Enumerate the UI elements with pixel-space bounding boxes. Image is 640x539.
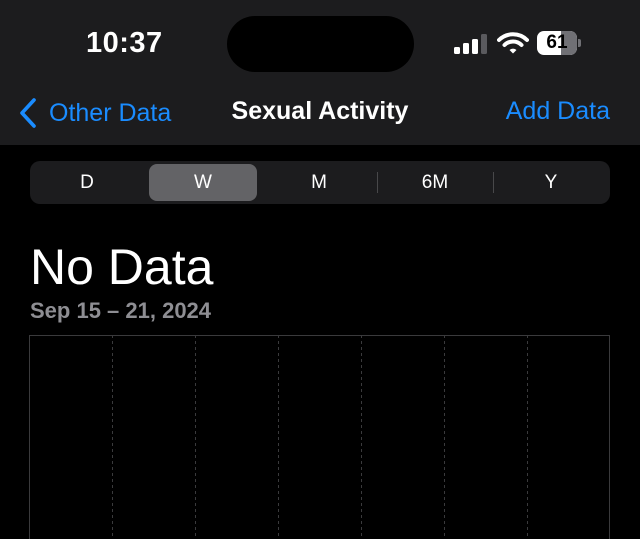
back-button[interactable]: Other Data [18, 96, 171, 130]
date-range: Sep 15 – 21, 2024 [30, 298, 212, 323]
segment-year[interactable]: Y [497, 164, 605, 201]
segment-divider [377, 172, 378, 193]
top-bar: 10:37 61 Other Data Sexual Activity Add … [0, 0, 640, 145]
activity-chart [29, 335, 610, 539]
segment-month[interactable]: M [265, 164, 373, 201]
status-time: 10:37 [86, 27, 163, 59]
wifi-icon [497, 32, 529, 54]
page-title: Sexual Activity [231, 97, 409, 125]
segment-week[interactable]: W [149, 164, 257, 201]
add-data-button[interactable]: Add Data [506, 97, 610, 126]
segment-divider [493, 172, 494, 193]
summary-headline: No Data [30, 239, 214, 295]
dynamic-island [227, 16, 414, 72]
cellular-signal-icon [454, 34, 487, 54]
battery-level: 61 [546, 32, 568, 53]
back-button-label: Other Data [49, 98, 172, 127]
battery-cap [578, 39, 581, 47]
chevron-left-icon [20, 98, 36, 128]
time-range-picker: D W M 6M Y [30, 161, 610, 204]
segment-day[interactable]: D [33, 164, 141, 201]
battery-body: 61 [537, 31, 577, 55]
segment-six-months[interactable]: 6M [381, 164, 489, 201]
battery-icon: 61 [537, 31, 581, 55]
